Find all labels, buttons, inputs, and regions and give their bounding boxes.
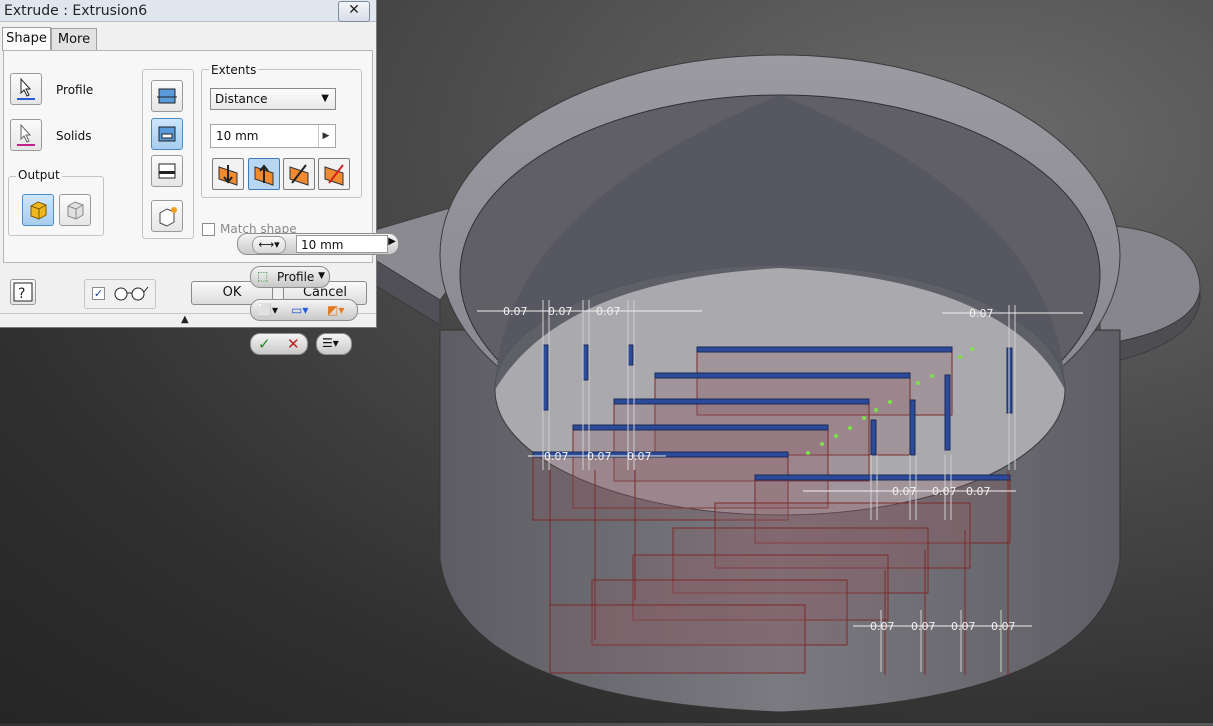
direction-icon [218, 165, 238, 186]
svg-text:0.07: 0.07 [503, 305, 528, 318]
checkmark-icon[interactable]: ✓ [258, 335, 271, 353]
svg-text:0.07: 0.07 [911, 620, 936, 633]
close-button[interactable]: ✕ [338, 1, 370, 22]
solids-label: Solids [56, 129, 92, 143]
direction-icon [324, 164, 344, 186]
svg-text:0.07: 0.07 [587, 450, 612, 463]
output-solid-button[interactable] [22, 194, 54, 226]
profile-label: Profile [56, 83, 94, 97]
extents-type-value: Distance [215, 92, 268, 106]
asymmetric-button[interactable] [318, 158, 350, 190]
svg-text:0.07: 0.07 [892, 485, 917, 498]
svg-text:0.07: 0.07 [870, 620, 895, 633]
svg-text:0.07: 0.07 [991, 620, 1016, 633]
preview-checkbox[interactable]: ✓ [92, 287, 105, 300]
chevron-right-icon[interactable]: ▶ [388, 236, 396, 247]
profile-select-icon: ⬚ [257, 269, 269, 283]
help-button[interactable]: ? [10, 279, 36, 305]
mini-confirm-row: ✓ ✕ [250, 333, 308, 355]
extents-label: Extents [209, 63, 259, 77]
chevron-right-icon[interactable]: ▶ [318, 125, 333, 147]
mini-distance-input[interactable]: 10 mm [296, 235, 388, 253]
join-button[interactable] [151, 80, 183, 112]
tab-more[interactable]: More [51, 28, 97, 50]
glasses-icon [114, 286, 149, 301]
output-surface-button[interactable] [59, 194, 91, 226]
dialog-title[interactable]: Extrude : Extrusion6 [0, 0, 376, 22]
options-icon: ☰▾ [322, 336, 339, 350]
svg-text:0.07: 0.07 [548, 305, 573, 318]
direction-2-button[interactable] [248, 158, 280, 190]
intersect-button[interactable] [151, 155, 183, 187]
svg-text:0.07: 0.07 [932, 485, 957, 498]
intersect-icon [158, 163, 176, 179]
match-shape-checkbox[interactable] [202, 223, 215, 236]
select-arrow-icon [17, 123, 35, 146]
svg-text:?: ? [18, 286, 25, 302]
mini-profile-label: Profile [277, 270, 315, 284]
svg-text:0.07: 0.07 [544, 450, 569, 463]
help-icon: ? [13, 282, 33, 302]
tab-shape[interactable]: Shape [2, 27, 51, 51]
output-surface-icon [67, 201, 84, 220]
distance-input[interactable]: 10 mm ▶ [210, 124, 336, 148]
distance-type-icon[interactable]: ⟷▾ [252, 236, 286, 254]
mini-operation-row: ⬜▾ ▭▾ ◩▾ [250, 299, 358, 321]
mini-distance-row: ⟷▾ 10 mm ▶ [237, 233, 399, 255]
mini-profile-button[interactable]: ⬚ Profile ▼ [250, 266, 330, 288]
svg-text:0.07: 0.07 [596, 305, 621, 318]
new-solid-icon [159, 207, 177, 227]
distance-value: 10 mm [216, 129, 259, 143]
cut-button[interactable] [151, 118, 183, 150]
shape-panel: Profile Solids Output Extents Distance ▼… [3, 50, 373, 263]
join-icon[interactable]: ▭▾ [291, 303, 308, 317]
profile-select-button[interactable] [10, 73, 42, 105]
chevron-down-icon: ▼ [321, 93, 329, 104]
direction-icon [254, 164, 274, 186]
svg-text:0.07: 0.07 [951, 620, 976, 633]
join-icon [157, 88, 177, 104]
svg-text:0.07: 0.07 [969, 307, 994, 320]
cross-icon[interactable]: ✕ [287, 335, 300, 353]
solids-select-button[interactable] [10, 119, 42, 151]
svg-text:0.07: 0.07 [966, 485, 991, 498]
symmetric-button[interactable] [283, 158, 315, 190]
mini-options-button[interactable]: ☰▾ [316, 333, 352, 355]
output-solid-icon[interactable]: ⬜▾ [257, 303, 278, 317]
direction-1-button[interactable] [212, 158, 244, 190]
direction-icon[interactable]: ◩▾ [327, 303, 344, 317]
select-arrow-icon [17, 77, 35, 100]
chevron-down-icon: ▼ [318, 271, 325, 281]
new-solid-button[interactable] [151, 200, 183, 232]
cut-icon [158, 126, 176, 142]
output-solid-icon [30, 201, 47, 220]
collapse-icon[interactable]: ▲ [181, 314, 189, 325]
extents-type-select[interactable]: Distance ▼ [210, 88, 336, 110]
output-label: Output [16, 168, 62, 182]
svg-text:0.07: 0.07 [627, 450, 652, 463]
direction-icon [289, 164, 309, 186]
